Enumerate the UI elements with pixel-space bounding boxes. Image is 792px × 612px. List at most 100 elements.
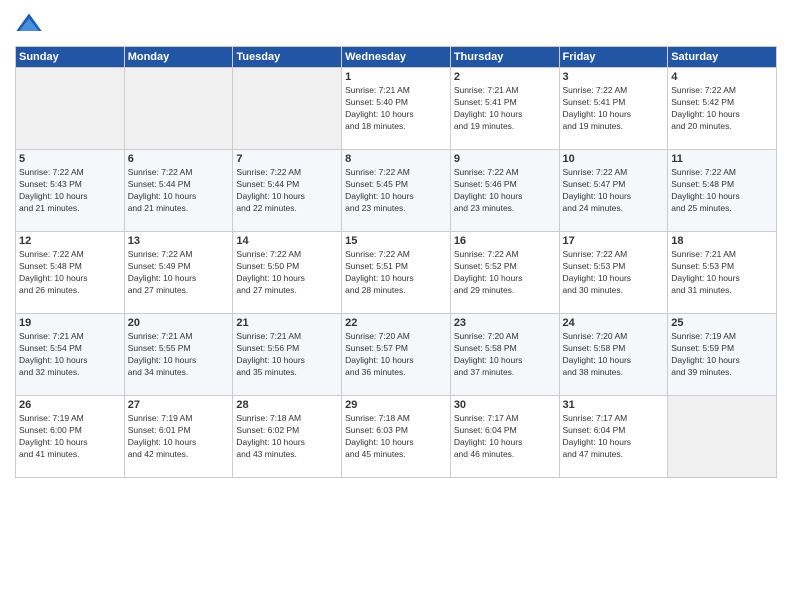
weekday-row: SundayMondayTuesdayWednesdayThursdayFrid… xyxy=(16,47,777,68)
day-number: 30 xyxy=(454,399,556,411)
day-detail: Sunrise: 7:17 AMSunset: 6:04 PMDaylight:… xyxy=(563,413,665,461)
day-detail: Sunrise: 7:22 AMSunset: 5:47 PMDaylight:… xyxy=(563,167,665,215)
calendar-day: 13Sunrise: 7:22 AMSunset: 5:49 PMDayligh… xyxy=(124,232,233,314)
day-number: 28 xyxy=(236,399,338,411)
day-detail: Sunrise: 7:21 AMSunset: 5:40 PMDaylight:… xyxy=(345,85,447,133)
calendar-day: 16 Sunrise: 7:22 AMSunset: 5:52 PMDayligh… xyxy=(450,232,559,314)
calendar-day: 20 Sunrise: 7:21 AMSunset: 5:55 PMDayligh… xyxy=(124,314,233,396)
calendar-day: 3 Sunrise: 7:22 AMSunset: 5:41 PMDaylight… xyxy=(559,68,668,150)
day-detail: Sunrise: 7:18 AMSunset: 6:03 PMDaylight:… xyxy=(345,413,447,461)
day-number: 25 xyxy=(671,317,773,329)
day-number: 15 xyxy=(345,235,447,247)
calendar-day: 15Sunrise: 7:22 AMSunset: 5:51 PMDayligh… xyxy=(342,232,451,314)
calendar-day: 14 Sunrise: 7:22 AMSunset: 5:50 PMDayligh… xyxy=(233,232,342,314)
day-detail: Sunrise: 7:21 AMSunset: 5:41 PMDaylight:… xyxy=(454,85,556,133)
day-detail: Sunrise: 7:22 AMSunset: 5:44 PMDaylight:… xyxy=(128,167,230,215)
logo xyxy=(15,10,47,38)
day-detail: Sunrise: 7:21 AMSunset: 5:56 PMDaylight:… xyxy=(236,331,338,379)
day-number: 24 xyxy=(563,317,665,329)
day-number: 7 xyxy=(236,153,338,165)
calendar-day: 26 Sunrise: 7:19 AMSunset: 6:00 PMDayligh… xyxy=(16,396,125,478)
calendar-day: 4 Sunrise: 7:22 AMSunset: 5:42 PMDaylight… xyxy=(668,68,777,150)
day-number: 5 xyxy=(19,153,121,165)
logo-icon xyxy=(15,10,43,38)
day-number: 23 xyxy=(454,317,556,329)
day-number: 4 xyxy=(671,71,773,83)
day-number: 6 xyxy=(128,153,230,165)
day-number: 16 xyxy=(454,235,556,247)
weekday-header-tuesday: Tuesday xyxy=(233,47,342,68)
calendar-day xyxy=(16,68,125,150)
day-detail: Sunrise: 7:21 AMSunset: 5:55 PMDaylight:… xyxy=(128,331,230,379)
calendar-week-2: 5 Sunrise: 7:22 AMSunset: 5:43 PMDaylight… xyxy=(16,150,777,232)
day-number: 18 xyxy=(671,235,773,247)
day-number: 20 xyxy=(128,317,230,329)
day-detail: Sunrise: 7:19 AMSunset: 6:01 PMDaylight:… xyxy=(128,413,230,461)
calendar-day: 21 Sunrise: 7:21 AMSunset: 5:56 PMDayligh… xyxy=(233,314,342,396)
weekday-header-monday: Monday xyxy=(124,47,233,68)
calendar-header: SundayMondayTuesdayWednesdayThursdayFrid… xyxy=(16,47,777,68)
calendar-day: 30Sunrise: 7:17 AMSunset: 6:04 PMDayligh… xyxy=(450,396,559,478)
calendar-day: 29 Sunrise: 7:18 AMSunset: 6:03 PMDayligh… xyxy=(342,396,451,478)
day-number: 10 xyxy=(563,153,665,165)
calendar-day: 25 Sunrise: 7:19 AMSunset: 5:59 PMDayligh… xyxy=(668,314,777,396)
day-detail: Sunrise: 7:21 AMSunset: 5:54 PMDaylight:… xyxy=(19,331,121,379)
calendar-day xyxy=(233,68,342,150)
header xyxy=(15,10,777,38)
calendar-day: 22Sunrise: 7:20 AMSunset: 5:57 PMDayligh… xyxy=(342,314,451,396)
day-number: 17 xyxy=(563,235,665,247)
calendar-week-1: 1 Sunrise: 7:21 AMSunset: 5:40 PMDaylight… xyxy=(16,68,777,150)
day-detail: Sunrise: 7:22 AMSunset: 5:46 PMDaylight:… xyxy=(454,167,556,215)
day-detail: Sunrise: 7:21 AMSunset: 5:53 PMDaylight:… xyxy=(671,249,773,297)
day-number: 31 xyxy=(563,399,665,411)
calendar-day: 17 Sunrise: 7:22 AMSunset: 5:53 PMDayligh… xyxy=(559,232,668,314)
day-number: 1 xyxy=(345,71,447,83)
day-number: 9 xyxy=(454,153,556,165)
calendar-day: 6 Sunrise: 7:22 AMSunset: 5:44 PMDaylight… xyxy=(124,150,233,232)
calendar-week-4: 19Sunrise: 7:21 AMSunset: 5:54 PMDayligh… xyxy=(16,314,777,396)
day-detail: Sunrise: 7:22 AMSunset: 5:43 PMDaylight:… xyxy=(19,167,121,215)
day-number: 8 xyxy=(345,153,447,165)
calendar-day: 7Sunrise: 7:22 AMSunset: 5:44 PMDaylight… xyxy=(233,150,342,232)
calendar-day: 28 Sunrise: 7:18 AMSunset: 6:02 PMDayligh… xyxy=(233,396,342,478)
day-detail: Sunrise: 7:22 AMSunset: 5:45 PMDaylight:… xyxy=(345,167,447,215)
calendar-body: 1 Sunrise: 7:21 AMSunset: 5:40 PMDaylight… xyxy=(16,68,777,478)
calendar-day: 19Sunrise: 7:21 AMSunset: 5:54 PMDayligh… xyxy=(16,314,125,396)
day-detail: Sunrise: 7:22 AMSunset: 5:48 PMDaylight:… xyxy=(671,167,773,215)
calendar-day: 12 Sunrise: 7:22 AMSunset: 5:48 PMDayligh… xyxy=(16,232,125,314)
calendar-week-5: 26 Sunrise: 7:19 AMSunset: 6:00 PMDayligh… xyxy=(16,396,777,478)
calendar-table: SundayMondayTuesdayWednesdayThursdayFrid… xyxy=(15,46,777,478)
calendar-day: 11 Sunrise: 7:22 AMSunset: 5:48 PMDayligh… xyxy=(668,150,777,232)
day-number: 3 xyxy=(563,71,665,83)
calendar-day xyxy=(668,396,777,478)
calendar-day: 9 Sunrise: 7:22 AMSunset: 5:46 PMDaylight… xyxy=(450,150,559,232)
calendar-week-3: 12 Sunrise: 7:22 AMSunset: 5:48 PMDayligh… xyxy=(16,232,777,314)
calendar-day: 5 Sunrise: 7:22 AMSunset: 5:43 PMDaylight… xyxy=(16,150,125,232)
day-detail: Sunrise: 7:22 AMSunset: 5:41 PMDaylight:… xyxy=(563,85,665,133)
day-number: 29 xyxy=(345,399,447,411)
day-number: 27 xyxy=(128,399,230,411)
day-detail: Sunrise: 7:22 AMSunset: 5:48 PMDaylight:… xyxy=(19,249,121,297)
calendar-day: 31 Sunrise: 7:17 AMSunset: 6:04 PMDayligh… xyxy=(559,396,668,478)
day-detail: Sunrise: 7:18 AMSunset: 6:02 PMDaylight:… xyxy=(236,413,338,461)
day-detail: Sunrise: 7:22 AMSunset: 5:52 PMDaylight:… xyxy=(454,249,556,297)
day-detail: Sunrise: 7:22 AMSunset: 5:53 PMDaylight:… xyxy=(563,249,665,297)
weekday-header-wednesday: Wednesday xyxy=(342,47,451,68)
calendar-day: 27 Sunrise: 7:19 AMSunset: 6:01 PMDayligh… xyxy=(124,396,233,478)
day-detail: Sunrise: 7:19 AMSunset: 6:00 PMDaylight:… xyxy=(19,413,121,461)
day-number: 2 xyxy=(454,71,556,83)
weekday-header-friday: Friday xyxy=(559,47,668,68)
calendar-day: 24Sunrise: 7:20 AMSunset: 5:58 PMDayligh… xyxy=(559,314,668,396)
weekday-header-saturday: Saturday xyxy=(668,47,777,68)
day-number: 26 xyxy=(19,399,121,411)
day-number: 11 xyxy=(671,153,773,165)
calendar-day: 2 Sunrise: 7:21 AMSunset: 5:41 PMDaylight… xyxy=(450,68,559,150)
day-detail: Sunrise: 7:19 AMSunset: 5:59 PMDaylight:… xyxy=(671,331,773,379)
weekday-header-thursday: Thursday xyxy=(450,47,559,68)
day-detail: Sunrise: 7:22 AMSunset: 5:50 PMDaylight:… xyxy=(236,249,338,297)
day-detail: Sunrise: 7:22 AMSunset: 5:42 PMDaylight:… xyxy=(671,85,773,133)
day-number: 12 xyxy=(19,235,121,247)
day-number: 21 xyxy=(236,317,338,329)
day-number: 14 xyxy=(236,235,338,247)
calendar-day: 23Sunrise: 7:20 AMSunset: 5:58 PMDayligh… xyxy=(450,314,559,396)
